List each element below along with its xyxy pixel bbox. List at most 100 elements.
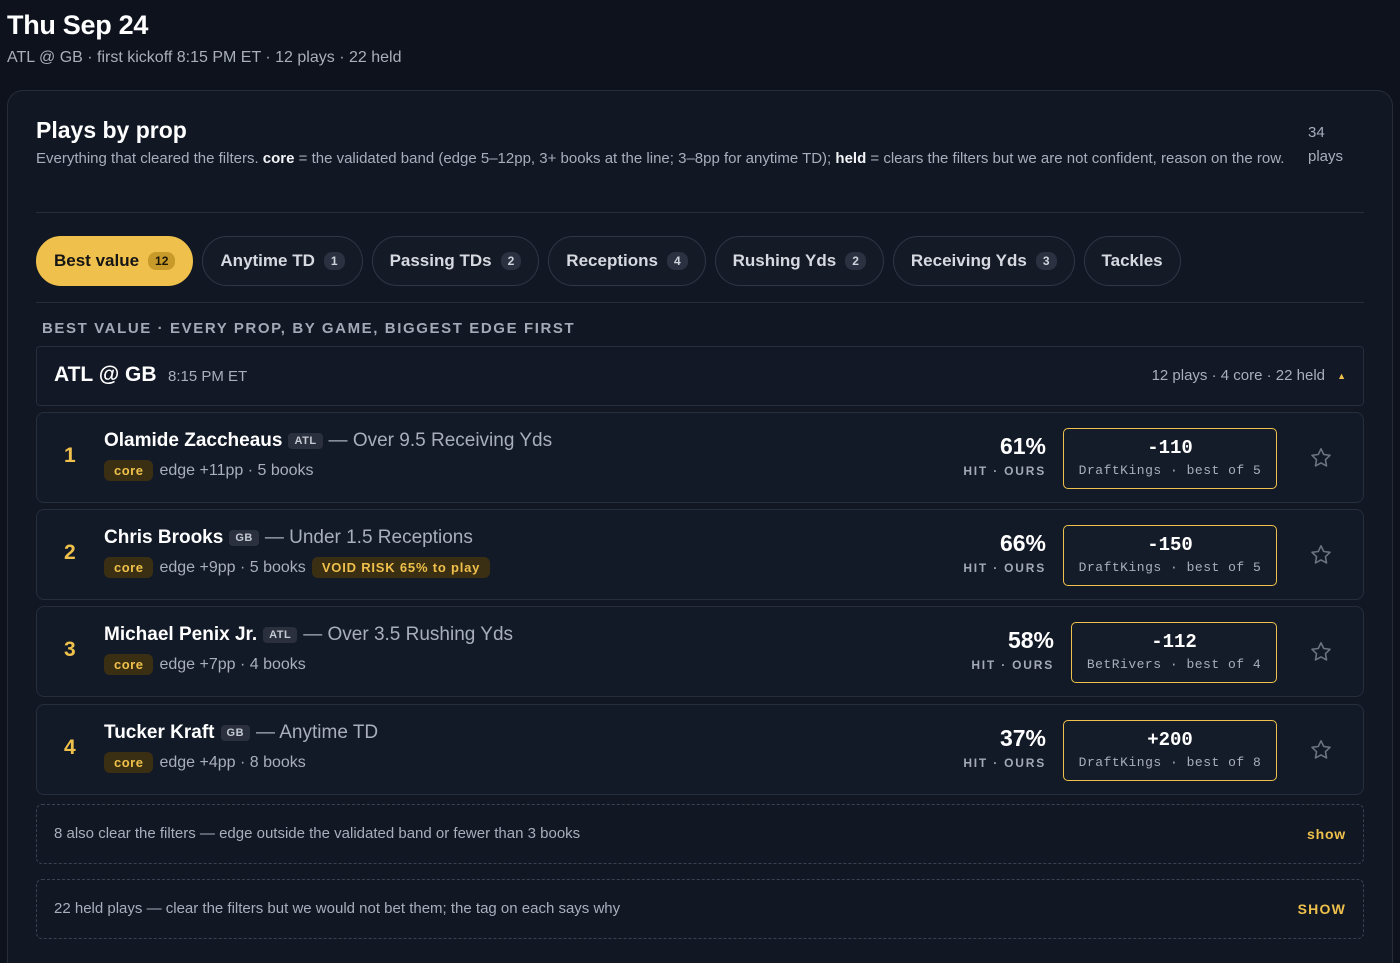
tab-label: Tackles	[1101, 251, 1163, 270]
odds-book: DraftKings · best of 8	[1078, 755, 1262, 770]
edge-info: edge +7pp · 4 books	[159, 655, 306, 673]
play-rank: 2	[64, 541, 76, 564]
play-row: 2 Chris Brooks GB — Under 1.5 Receptions…	[36, 509, 1364, 600]
tab-label: Best value	[54, 251, 140, 270]
odds-price: -112	[1151, 631, 1197, 653]
odds-price: -150	[1147, 534, 1193, 556]
tab-label: Anytime TD	[220, 251, 315, 270]
tab-receiving-yds[interactable]: Receiving Yds 3	[892, 236, 1075, 286]
team-badge: GB	[229, 530, 259, 546]
tab-count: 12	[148, 252, 176, 270]
odds-button[interactable]: +200 DraftKings · best of 8	[1063, 720, 1277, 781]
game-time: 8:15 PM ET	[168, 368, 248, 385]
also-clear-show-link[interactable]: show	[1307, 826, 1346, 842]
play-rank: 3	[64, 638, 76, 661]
hit-rate: 66% HIT · OURS	[963, 530, 1046, 575]
hit-percent: 58%	[1007, 627, 1054, 653]
core-badge: core	[104, 460, 154, 481]
game-name: ATL @ GB	[54, 363, 157, 386]
plays-count-label: plays	[1308, 148, 1344, 165]
desc-pre: Everything that cleared the filters.	[36, 150, 263, 167]
tab-label: Rushing Yds	[732, 251, 837, 270]
game-header[interactable]: ATL @ GB 8:15 PM ET 12 plays · 4 core · …	[36, 346, 1364, 406]
team-badge: ATL	[263, 627, 298, 643]
prop-tabs: Best value 12 Anytime TD 1 Passing TDs 2…	[36, 236, 1181, 286]
hit-label: HIT · OURS	[963, 756, 1046, 770]
play-row: 4 Tucker Kraft GB — Anytime TD core edge…	[36, 704, 1364, 795]
tab-count: 4	[666, 252, 688, 270]
hit-label: HIT · OURS	[971, 658, 1054, 672]
plays-card: Plays by prop Everything that cleared th…	[7, 90, 1393, 963]
day-subtitle: ATL @ GB · first kickoff 8:15 PM ET · 12…	[7, 49, 402, 66]
market: — Over 9.5 Receiving Yds	[328, 430, 553, 451]
play-meta: core edge +11pp · 5 books	[104, 460, 314, 481]
market: — Under 1.5 Receptions	[264, 527, 473, 548]
held-plays-text: 22 held plays — clear the filters but we…	[54, 900, 621, 917]
player-name: Michael Penix Jr.	[104, 624, 258, 645]
player-name: Olamide Zaccheaus	[104, 430, 283, 451]
edge-info: edge +9pp · 5 books	[159, 558, 306, 576]
card-description: Everything that cleared the filters. cor…	[36, 147, 1298, 170]
star-icon[interactable]	[1309, 446, 1333, 470]
market: — Over 3.5 Rushing Yds	[303, 624, 514, 645]
play-title: Olamide Zaccheaus ATL — Over 9.5 Receivi…	[104, 430, 552, 452]
odds-book: DraftKings · best of 5	[1078, 560, 1262, 575]
tab-tackles[interactable]: Tackles	[1083, 236, 1181, 286]
play-title: Tucker Kraft GB — Anytime TD	[104, 722, 378, 744]
desc-core-term: core	[262, 150, 295, 167]
held-plays-toggle[interactable]: 22 held plays — clear the filters but we…	[36, 879, 1364, 939]
desc-mid: = the validated band (edge 5–12pp, 3+ bo…	[294, 150, 836, 167]
odds-book: BetRivers · best of 4	[1086, 657, 1262, 672]
desc-post: = clears the filters but we are not conf…	[866, 150, 1285, 167]
play-rank: 1	[64, 444, 76, 467]
market: — Anytime TD	[256, 722, 379, 743]
tab-count: 1	[323, 252, 345, 270]
odds-book: DraftKings · best of 5	[1078, 463, 1262, 478]
tab-receptions[interactable]: Receptions 4	[548, 236, 706, 286]
tab-count: 2	[845, 252, 866, 270]
tab-best-value[interactable]: Best value 12	[36, 236, 194, 286]
tab-count: 3	[1035, 252, 1057, 270]
play-meta: core edge +7pp · 4 books	[104, 654, 306, 675]
held-plays-show-link[interactable]: SHOW	[1298, 901, 1346, 917]
core-badge: core	[104, 654, 154, 675]
tab-anytime-td[interactable]: Anytime TD 1	[202, 236, 363, 286]
star-icon[interactable]	[1309, 543, 1333, 567]
void-risk-badge: VOID RISK 65% to play	[311, 557, 491, 578]
tab-passing-tds[interactable]: Passing TDs 2	[371, 236, 540, 286]
play-title: Michael Penix Jr. ATL — Over 3.5 Rushing…	[104, 624, 513, 646]
divider	[36, 212, 1364, 213]
edge-info: edge +11pp · 5 books	[159, 461, 314, 479]
odds-price: +200	[1147, 729, 1193, 751]
caret-up-icon[interactable]: ▲	[1337, 371, 1346, 381]
play-rank: 4	[64, 736, 76, 759]
play-row: 1 Olamide Zaccheaus ATL — Over 9.5 Recei…	[36, 412, 1364, 503]
player-name: Tucker Kraft	[104, 722, 215, 743]
hit-percent: 37%	[999, 725, 1046, 751]
card-title: Plays by prop	[36, 117, 187, 143]
tab-label: Receiving Yds	[910, 251, 1027, 270]
odds-button[interactable]: -150 DraftKings · best of 5	[1063, 525, 1277, 586]
odds-button[interactable]: -112 BetRivers · best of 4	[1071, 622, 1277, 683]
play-meta: core edge +4pp · 8 books	[104, 752, 306, 773]
hit-rate: 37% HIT · OURS	[963, 725, 1046, 770]
edge-info: edge +4pp · 8 books	[159, 753, 306, 771]
star-icon[interactable]	[1309, 738, 1333, 762]
team-badge: GB	[220, 725, 251, 741]
odds-button[interactable]: -110 DraftKings · best of 5	[1063, 428, 1277, 489]
odds-price: -110	[1147, 437, 1193, 459]
plays-count: 34 plays	[1308, 121, 1368, 169]
divider	[36, 302, 1364, 303]
core-badge: core	[104, 557, 154, 578]
star-icon[interactable]	[1309, 640, 1333, 664]
hit-percent: 61%	[999, 433, 1046, 459]
tab-count: 2	[500, 252, 522, 270]
core-badge: core	[104, 752, 154, 773]
hit-label: HIT · OURS	[963, 561, 1046, 575]
tab-rushing-yds[interactable]: Rushing Yds 2	[714, 236, 884, 286]
section-label: BEST VALUE · EVERY PROP, BY GAME, BIGGES…	[42, 320, 576, 337]
tab-label: Passing TDs	[389, 251, 492, 270]
also-clear-toggle[interactable]: 8 also clear the filters — edge outside …	[36, 804, 1364, 864]
game-summary: 12 plays · 4 core · 22 held	[1151, 367, 1325, 384]
hit-rate: 58% HIT · OURS	[971, 627, 1054, 672]
